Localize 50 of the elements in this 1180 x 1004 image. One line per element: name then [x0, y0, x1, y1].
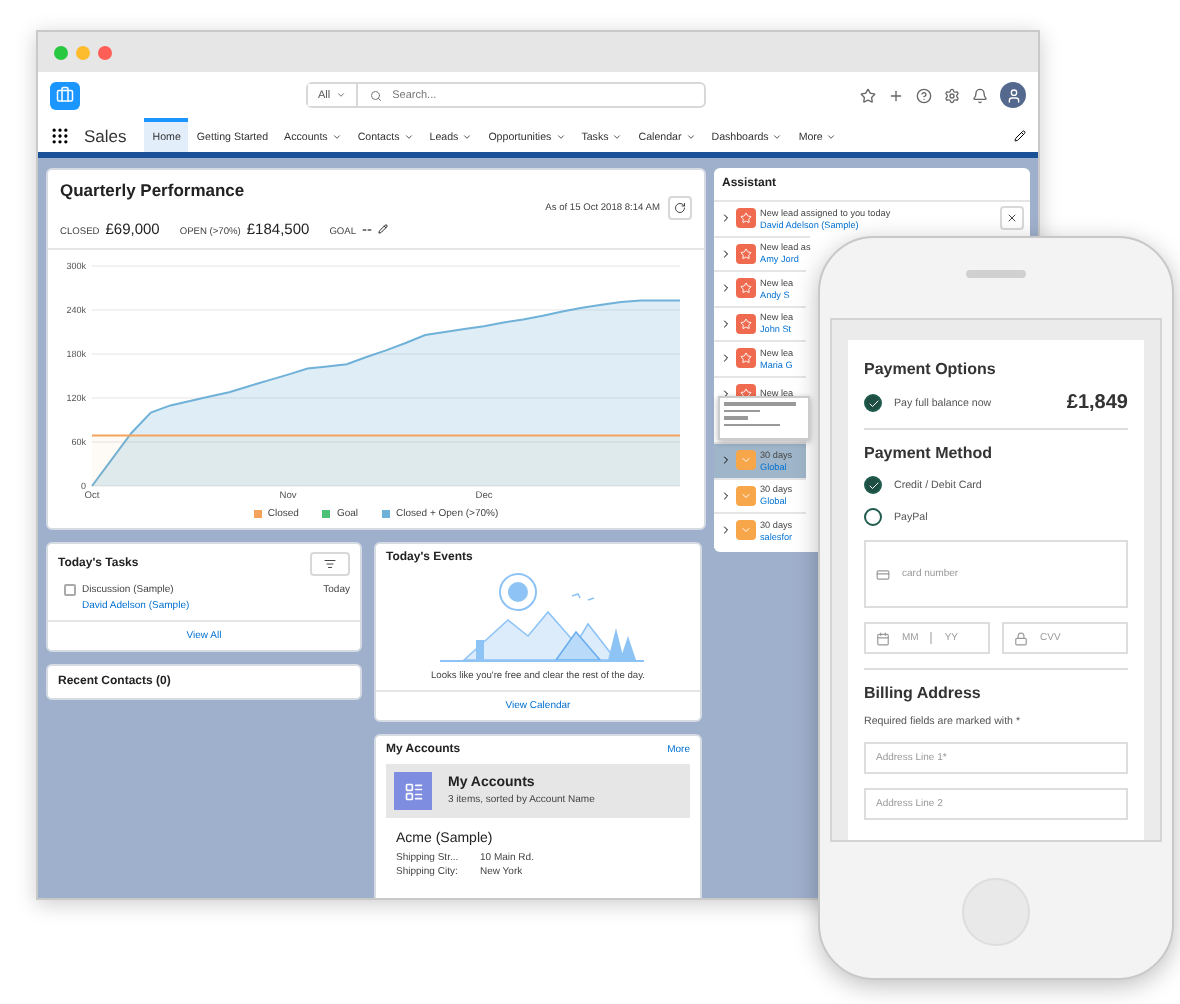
refresh-button[interactable] — [668, 196, 692, 220]
help-icon[interactable] — [916, 87, 932, 103]
section-title: Billing Address — [864, 684, 983, 702]
search-icon — [370, 89, 383, 101]
task-checkbox[interactable] — [64, 584, 76, 596]
expand-icon[interactable] — [720, 247, 732, 260]
amount: £1,849 — [1066, 392, 1128, 414]
expand-icon[interactable] — [720, 524, 732, 537]
calendar-icon — [876, 631, 890, 645]
expand-icon[interactable] — [720, 454, 732, 467]
star-icon — [736, 313, 756, 334]
star-icon — [736, 208, 756, 229]
filter-icon — [324, 558, 336, 570]
star-icon[interactable] — [860, 87, 876, 103]
edit-icon[interactable] — [378, 224, 389, 234]
avatar-icon[interactable] — [1000, 82, 1026, 108]
expand-icon[interactable] — [720, 489, 732, 502]
refresh-icon — [674, 202, 686, 214]
filter-button[interactable] — [310, 552, 350, 576]
app-name: Sales — [84, 123, 127, 149]
app-launcher-icon[interactable] — [50, 125, 70, 145]
bell-icon[interactable] — [972, 87, 988, 103]
section-title: Payment Method — [864, 444, 995, 462]
window-close-button[interactable] — [98, 45, 112, 59]
expand-icon[interactable] — [720, 212, 732, 225]
expand-icon[interactable] — [720, 352, 732, 365]
briefcase-logo-icon — [50, 81, 80, 109]
expand-icon[interactable] — [720, 387, 732, 400]
card-icon — [876, 567, 890, 581]
legend-swatch — [253, 510, 262, 518]
card-title: Quarterly Performance — [60, 180, 245, 204]
edit-icon[interactable] — [1014, 129, 1026, 141]
legend-swatch — [322, 510, 331, 518]
expand-icon[interactable] — [720, 282, 732, 295]
list-icon — [394, 772, 432, 810]
star-icon — [736, 243, 756, 264]
close-icon — [1006, 212, 1018, 225]
caret-icon — [336, 90, 347, 100]
section-title: Payment Options — [864, 360, 998, 378]
method-radio[interactable] — [864, 476, 882, 494]
method-radio[interactable] — [864, 508, 882, 526]
legend-swatch — [382, 510, 390, 518]
lock-icon — [1014, 631, 1028, 645]
expand-icon[interactable] — [720, 317, 732, 330]
speaker-slot — [966, 270, 1026, 278]
plus-icon[interactable] — [888, 87, 904, 103]
option-radio[interactable] — [864, 394, 882, 412]
star-icon — [736, 278, 756, 299]
settings-icon[interactable] — [944, 87, 960, 103]
star-icon — [736, 348, 756, 369]
